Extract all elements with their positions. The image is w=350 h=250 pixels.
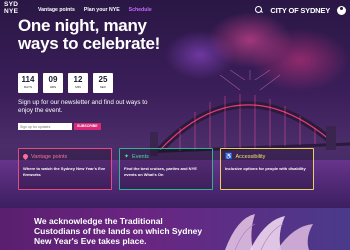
nav-link-vantage-points[interactable]: Vantage points: [38, 7, 75, 13]
card-title: Accessibility: [235, 154, 266, 160]
countdown: 114 DAYS 09 HRS 12 MIN 25 SEC: [18, 73, 113, 93]
countdown-seconds-value: 25: [98, 75, 108, 84]
countdown-hours-label: HRS: [49, 85, 57, 89]
nav-link-plan-your-nye[interactable]: Plan your NYE: [84, 7, 120, 13]
city-of-sydney-logo[interactable]: CITY OF SYDNEY: [270, 6, 330, 15]
countdown-days: 114 DAYS: [18, 73, 38, 93]
opera-house-illustration: [225, 214, 313, 250]
card-title: Events: [132, 154, 149, 160]
page-title: One night, many ways to celebrate!: [18, 16, 160, 53]
search-icon[interactable]: [255, 6, 263, 14]
countdown-minutes: 12 MIN: [68, 73, 88, 93]
nav-link-schedule[interactable]: Schedule: [129, 7, 152, 13]
card-description: Where to watch the Sydney New Year's Eve…: [23, 166, 106, 177]
card-vantage-points[interactable]: Vantage points Where to watch the Sydney…: [18, 148, 112, 190]
card-description: Inclusive options for people with disabi…: [225, 166, 306, 171]
nav-links: Vantage points Plan your NYE Schedule: [38, 7, 152, 13]
signup-form: SUBSCRIBE: [18, 123, 101, 130]
feature-cards: Vantage points Where to watch the Sydney…: [18, 148, 314, 190]
subscribe-button[interactable]: SUBSCRIBE: [74, 123, 101, 130]
card-accessibility[interactable]: ♿ Accessibility Inclusive options for pe…: [220, 148, 314, 190]
countdown-days-value: 114: [21, 75, 35, 84]
signup-email-input[interactable]: [18, 123, 72, 130]
countdown-hours: 09 HRS: [43, 73, 63, 93]
countdown-minutes-label: MIN: [75, 85, 81, 89]
card-header: Vantage points: [23, 153, 107, 161]
countdown-hours-value: 09: [48, 75, 58, 84]
card-description: Find the best cruises, parties and NYE e…: [124, 166, 197, 177]
card-header: ✦ Events: [124, 153, 208, 161]
countdown-seconds-label: SEC: [99, 85, 107, 89]
card-title: Vantage points: [31, 154, 68, 160]
card-events[interactable]: ✦ Events Find the best cruises, parties …: [119, 148, 213, 190]
countdown-minutes-value: 12: [73, 75, 83, 84]
card-header: ♿ Accessibility: [225, 153, 309, 161]
acknowledgement-text: We acknowledge the Traditional Custodian…: [34, 216, 203, 246]
countdown-days-label: DAYS: [24, 85, 32, 89]
sparkle-icon: ✦: [124, 154, 130, 160]
nav-right: CITY OF SYDNEY: [255, 5, 346, 15]
profile-icon[interactable]: [337, 5, 346, 15]
countdown-seconds: 25 SEC: [93, 73, 113, 93]
location-pin-icon: [23, 154, 28, 160]
newsletter-text: Sign up for our newsletter and find out …: [18, 99, 148, 114]
accessibility-icon: ♿: [225, 154, 233, 160]
